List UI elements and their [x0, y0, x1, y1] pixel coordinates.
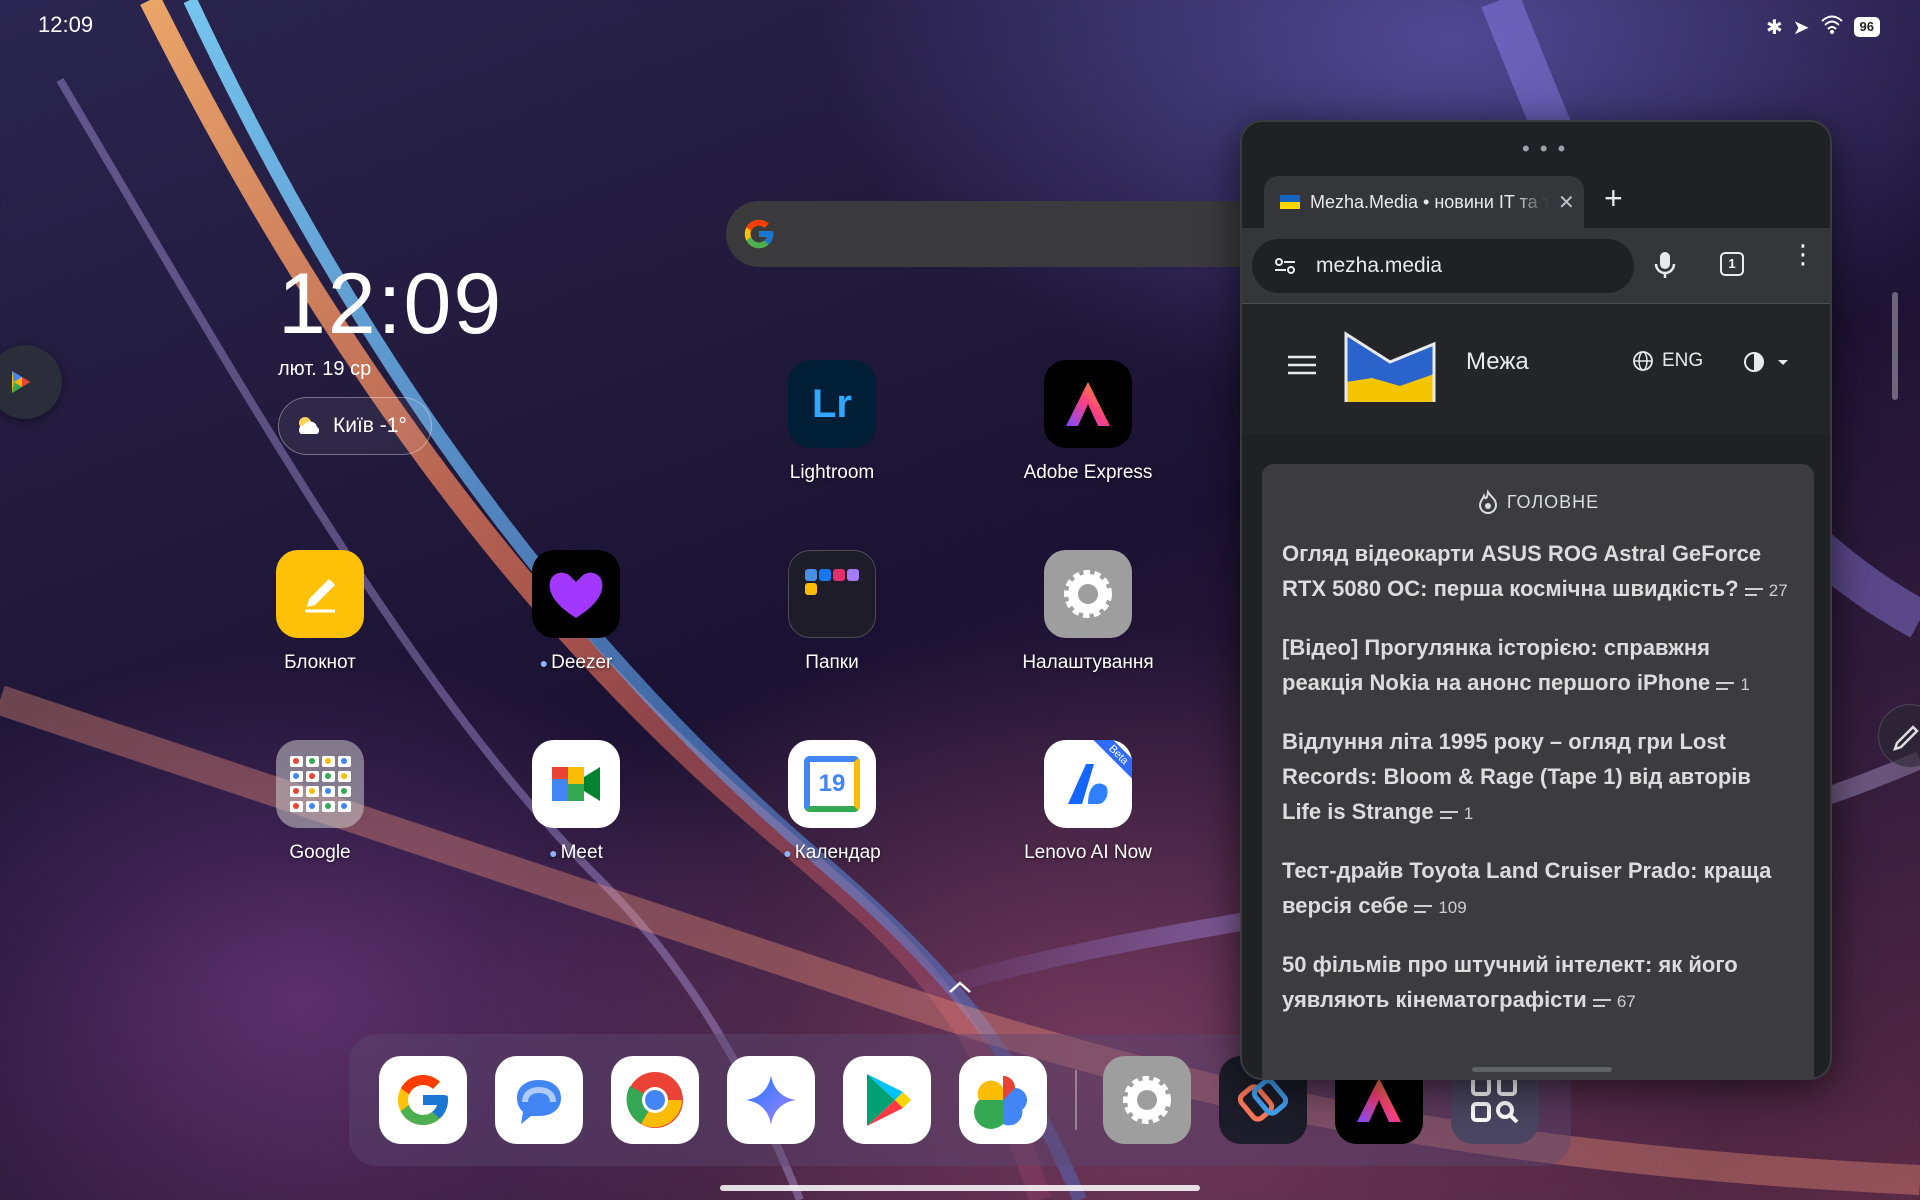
- app-label: Папки: [805, 652, 859, 673]
- app-label: ● Deezer: [539, 652, 613, 673]
- comment-count: 67: [1592, 992, 1636, 1011]
- adobe-express-icon: [1044, 360, 1132, 448]
- floating-browser-window[interactable]: • • • Mezha.Media • новини IT та техноло…: [1240, 120, 1832, 1080]
- mezha-logo-icon[interactable]: [1342, 330, 1438, 408]
- browser-scroll-indicator: [1472, 1067, 1612, 1072]
- google-folder-icon: [276, 740, 364, 828]
- clock-widget-date[interactable]: лют. 19 ср: [278, 358, 371, 381]
- new-tab-icon[interactable]: +: [1604, 180, 1623, 217]
- comments-icon: [1414, 904, 1433, 913]
- status-bar-icons: ✱ ➤ 96: [1766, 14, 1880, 40]
- app-label: ● Календар: [783, 842, 881, 863]
- comment-count: 1: [1716, 675, 1750, 694]
- app-label: Adobe Express: [1023, 462, 1153, 483]
- app-settings[interactable]: Налаштування: [988, 550, 1188, 674]
- site-settings-icon: [1275, 258, 1295, 274]
- location-icon: ➤: [1792, 16, 1810, 39]
- url-text: mezha.media: [1316, 254, 1443, 277]
- folder-icon: [788, 550, 876, 638]
- weather-text: Київ -1°: [333, 414, 407, 437]
- window-drag-handle[interactable]: • • •: [1522, 136, 1567, 162]
- edge-panel-handle[interactable]: [1892, 292, 1898, 400]
- google-g-icon: [744, 219, 774, 249]
- app-adobe-express[interactable]: Adobe Express: [988, 360, 1188, 484]
- partly-cloudy-icon: [299, 417, 320, 434]
- assistant-floating-button[interactable]: [0, 345, 62, 419]
- article-link[interactable]: Огляд відеокарти ASUS ROG Astral GeForce…: [1282, 536, 1794, 608]
- comments-icon: [1716, 681, 1735, 690]
- lenovo-ai-now-icon: Beta: [1044, 740, 1132, 828]
- wifi-icon: [1820, 14, 1844, 40]
- close-tab-icon[interactable]: ✕: [1558, 190, 1575, 215]
- play-store-icon[interactable]: [843, 1056, 931, 1144]
- app-meet[interactable]: ● Meet: [476, 740, 676, 864]
- comments-icon: [1744, 587, 1763, 596]
- article-link[interactable]: [Відео] Прогулянка історією: справжня ре…: [1282, 630, 1794, 702]
- article-link[interactable]: Тест-драйв Toyota Land Cruiser Prado: кр…: [1282, 853, 1794, 925]
- gemini-sparkle-icon: [12, 371, 30, 393]
- globe-icon: [1633, 351, 1653, 371]
- site-name: Межа: [1466, 348, 1529, 375]
- lightroom-icon: Lr: [788, 360, 876, 448]
- settings-gear-icon: [1044, 550, 1132, 638]
- app-lightroom[interactable]: Lr Lightroom: [732, 360, 932, 484]
- hamburger-menu-icon[interactable]: [1288, 354, 1316, 376]
- article-link[interactable]: 50 фільмів про штучний інтелект: як його…: [1282, 947, 1794, 1019]
- weather-chip[interactable]: Київ -1°: [278, 397, 432, 455]
- app-label: Блокнот: [284, 652, 356, 673]
- language-label: ENG: [1662, 350, 1704, 371]
- home-gesture-bar[interactable]: [720, 1185, 1200, 1191]
- google-icon[interactable]: [379, 1056, 467, 1144]
- site-favicon-icon: [1280, 195, 1300, 209]
- app-label: Lenovo AI Now: [1024, 842, 1152, 863]
- meet-icon: [532, 740, 620, 828]
- browser-tab[interactable]: Mezha.Media • новини IT та технології ✕: [1264, 176, 1584, 228]
- comment-count: 1: [1439, 804, 1473, 823]
- app-lenovo-ai-now[interactable]: Beta Lenovo AI Now: [988, 740, 1188, 864]
- chrome-icon[interactable]: [611, 1056, 699, 1144]
- bluetooth-icon: ✱: [1766, 16, 1783, 39]
- app-drawer-chevron-icon[interactable]: [946, 978, 974, 996]
- tab-title: Mezha.Media • новини IT та технології: [1310, 191, 1548, 212]
- deezer-icon: [532, 550, 620, 638]
- browser-toolbar: mezha.media 1 ⋮: [1242, 228, 1830, 304]
- theme-toggle[interactable]: [1742, 350, 1792, 379]
- photos-icon[interactable]: [959, 1056, 1047, 1144]
- app-folder[interactable]: Папки: [732, 550, 932, 674]
- article-link[interactable]: Відлуння літа 1995 року – огляд гри Lost…: [1282, 724, 1794, 831]
- language-switch[interactable]: ENG: [1632, 350, 1703, 372]
- site-header: Межа ENG: [1242, 304, 1830, 434]
- address-bar[interactable]: mezha.media: [1252, 239, 1634, 293]
- headlines-card: ГОЛОВНЕ Огляд відеокарти ASUS ROG Astral…: [1262, 464, 1814, 1078]
- more-menu-icon[interactable]: ⋮: [1790, 241, 1816, 267]
- contrast-icon: [1744, 352, 1788, 372]
- comments-icon: [1439, 810, 1458, 819]
- comment-count: 109: [1414, 898, 1467, 917]
- app-notepad[interactable]: Блокнот: [220, 550, 420, 674]
- app-label: Google: [289, 842, 351, 863]
- messages-icon[interactable]: [495, 1056, 583, 1144]
- app-deezer[interactable]: ● Deezer: [476, 550, 676, 674]
- app-calendar[interactable]: 19 ● Календар: [732, 740, 932, 864]
- dock-divider: [1075, 1070, 1077, 1130]
- app-label: Налаштування: [1022, 652, 1154, 673]
- gemini-icon[interactable]: [727, 1056, 815, 1144]
- section-heading: ГОЛОВНЕ: [1282, 490, 1794, 514]
- settings-icon[interactable]: [1103, 1056, 1191, 1144]
- comments-icon: [1592, 998, 1611, 1007]
- clock-widget-time[interactable]: 12:09: [278, 255, 503, 354]
- pen-icon: [1893, 725, 1919, 751]
- microphone-icon[interactable]: [1654, 250, 1676, 280]
- tab-switcher-button[interactable]: 1: [1720, 252, 1744, 276]
- app-google-folder[interactable]: Google: [220, 740, 420, 864]
- status-bar-time: 12:09: [38, 12, 94, 37]
- flame-icon: [1478, 490, 1497, 514]
- comment-count: 27: [1744, 581, 1788, 600]
- app-label: ● Meet: [549, 842, 603, 863]
- calendar-icon: 19: [788, 740, 876, 828]
- notepad-icon: [276, 550, 364, 638]
- battery-icon: 96: [1853, 17, 1880, 37]
- app-label: Lightroom: [789, 462, 875, 483]
- google-search-bar[interactable]: [726, 201, 1286, 267]
